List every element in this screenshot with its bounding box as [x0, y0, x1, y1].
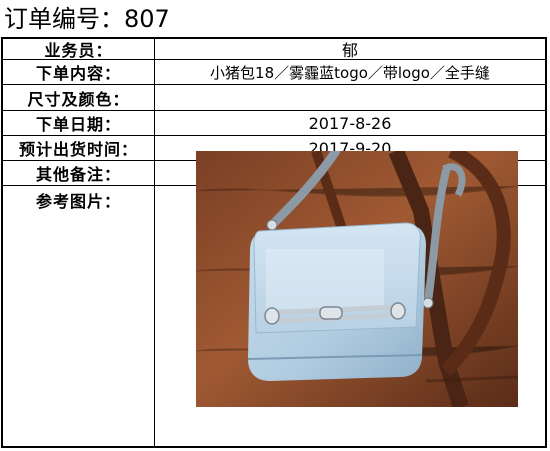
notes-label: 其他备注：	[3, 161, 155, 185]
size-color-value	[155, 85, 545, 110]
reference-photo-label: 参考图片：	[3, 186, 155, 448]
order-date-value: 2017-8-26	[308, 113, 392, 133]
ship-date-label: 预计出货时间：	[3, 136, 155, 160]
salesperson-value: 郁	[341, 41, 358, 60]
row-size-color: 尺寸及颜色：	[3, 85, 545, 111]
order-date-label: 下单日期：	[3, 111, 155, 135]
bag-photo-illustration	[196, 151, 518, 407]
row-order-content: 下单内容： 小猪包18／雾霾蓝togo／带logo／全手缝	[3, 60, 545, 85]
reference-photo	[196, 151, 518, 407]
row-salesperson: 业务员： 郁	[3, 39, 545, 60]
salesperson-label: 业务员：	[3, 39, 155, 60]
size-color-label: 尺寸及颜色：	[3, 85, 155, 110]
row-order-date: 下单日期： 2017-8-26	[3, 111, 545, 136]
order-content-label: 下单内容：	[3, 60, 155, 84]
order-number-title: 订单编号：807	[4, 5, 170, 33]
order-content-value: 小猪包18／雾霾蓝togo／带logo／全手缝	[210, 63, 490, 82]
